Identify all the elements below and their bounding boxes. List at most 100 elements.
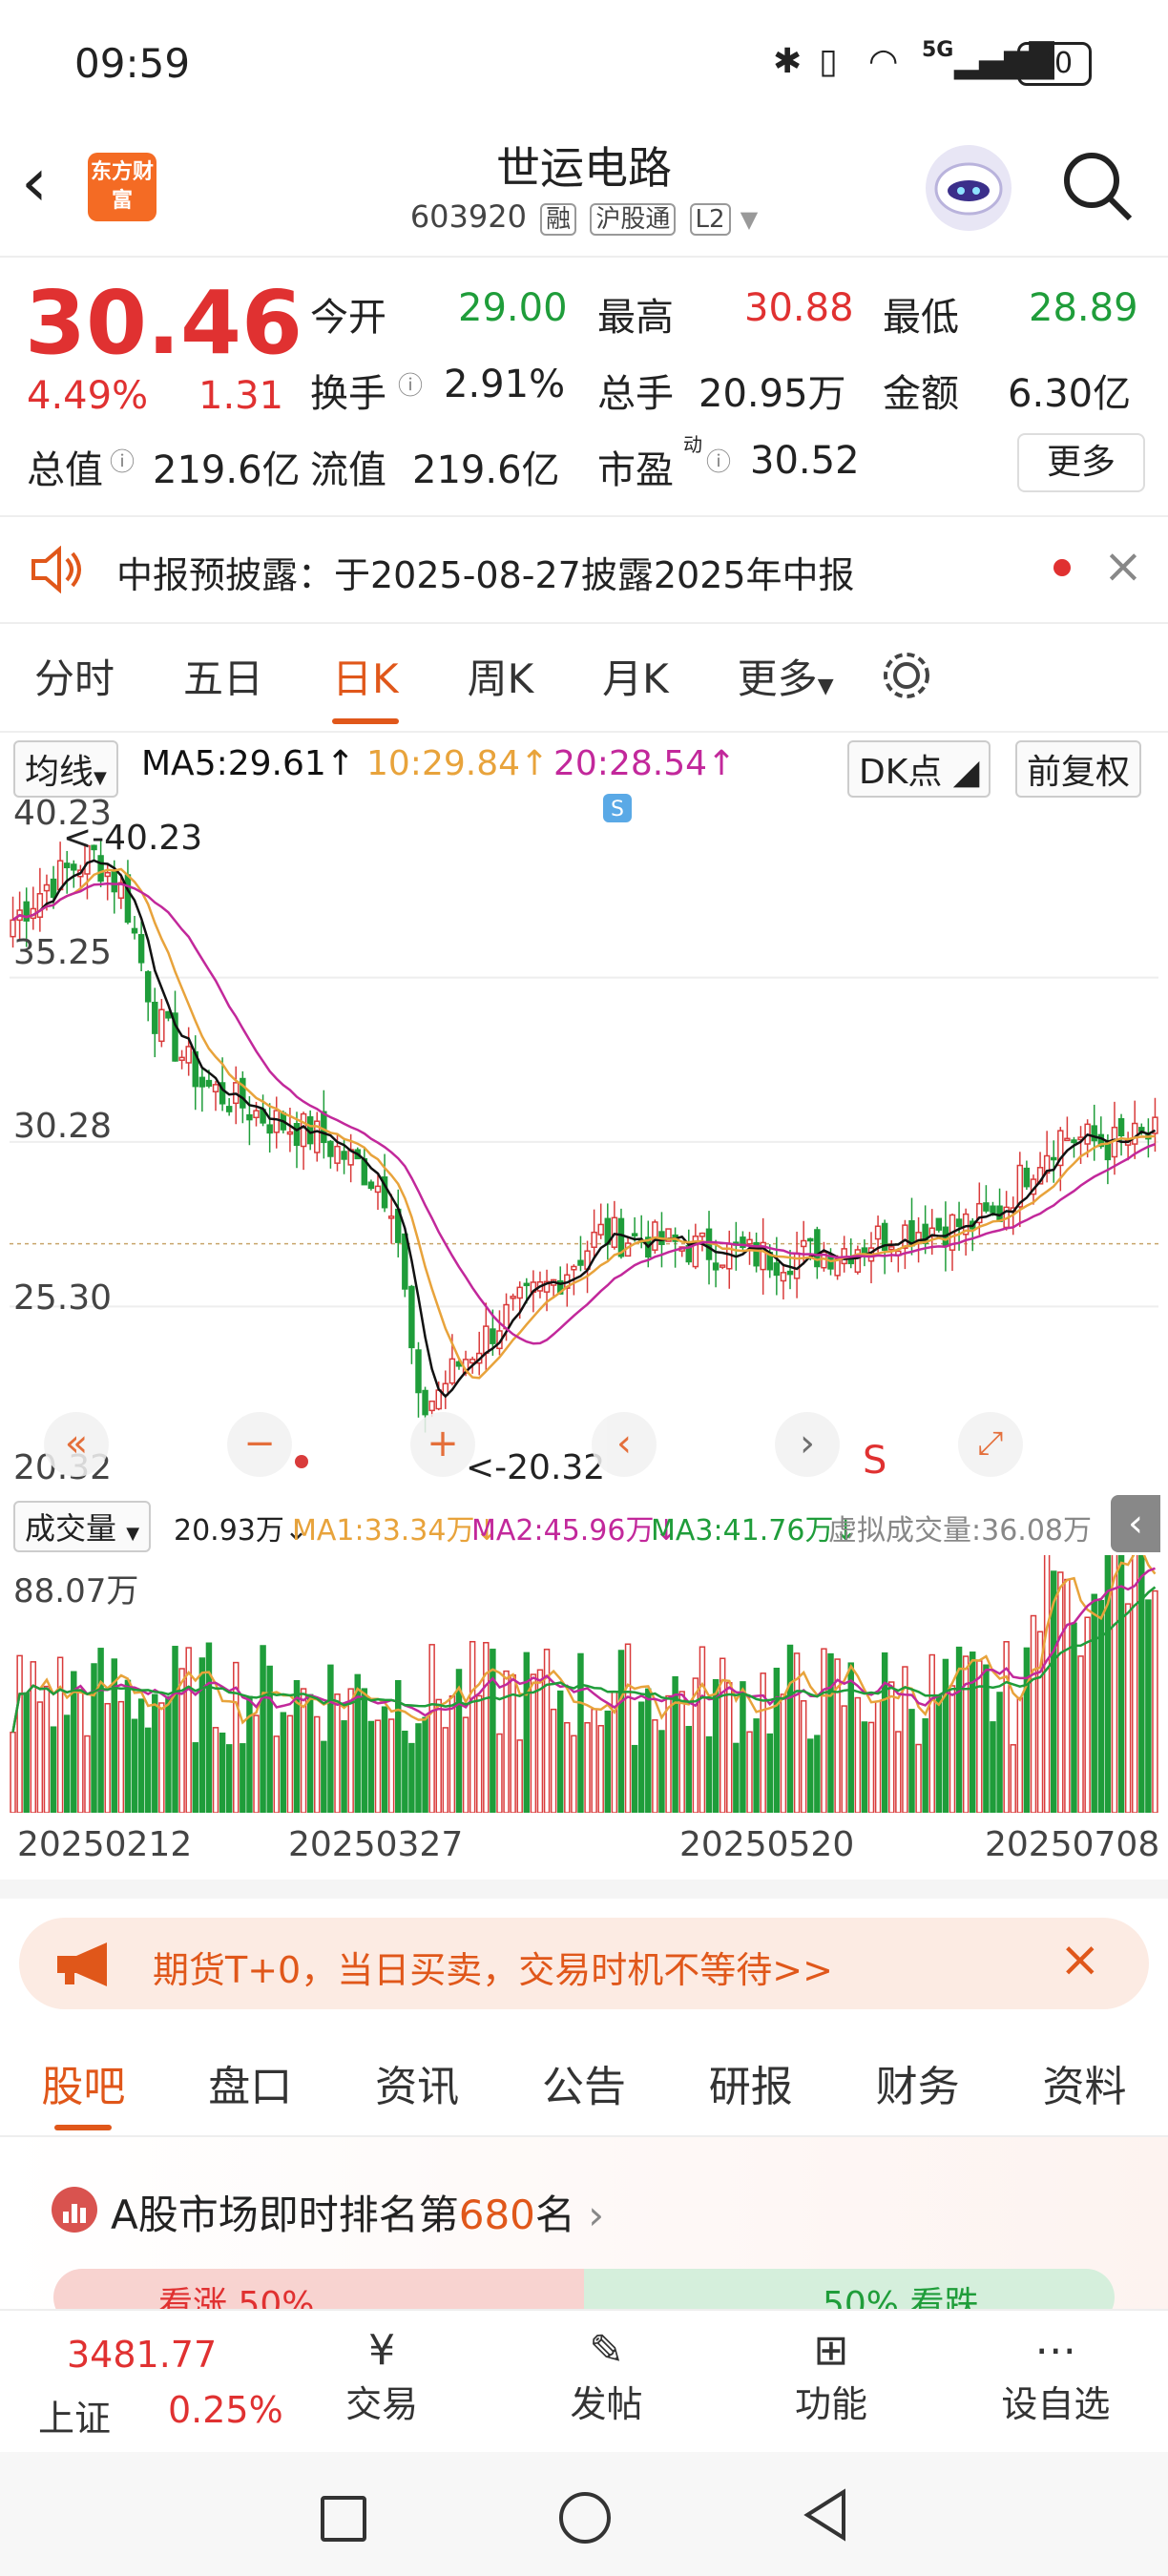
candle-body	[266, 1124, 273, 1134]
date-label: 20250327	[288, 1825, 464, 1864]
candle-body	[435, 1389, 442, 1410]
tab-more[interactable]: 更多▼	[703, 647, 868, 705]
volume-bar	[1023, 1647, 1031, 1814]
rank-card[interactable]: A股市场即时排名第680名 › 看涨 50% 50% 看跌	[0, 2137, 1168, 2326]
add-watchlist-button[interactable]: ⋯ 设自选	[944, 2311, 1168, 2454]
back-nav-icon[interactable]	[802, 2488, 849, 2542]
volume-bar	[117, 1700, 125, 1814]
volume-bar	[131, 1718, 138, 1814]
amount-label: 金额	[883, 372, 959, 416]
scroll-left-fast-icon[interactable]: «	[44, 1412, 109, 1477]
tab-orderbook[interactable]: 盘口	[208, 2052, 292, 2113]
post-button[interactable]: ✎ 发帖	[494, 2311, 719, 2454]
fullscreen-icon[interactable]: ⤢	[958, 1412, 1023, 1477]
dropdown-icon[interactable]: ▼	[740, 206, 758, 233]
search-icon[interactable]	[1059, 148, 1136, 228]
volume-bar	[908, 1709, 915, 1814]
candle-body	[293, 1123, 301, 1147]
tab-weekly-k[interactable]: 周K	[433, 647, 569, 705]
close-icon[interactable]: ×	[1059, 1931, 1101, 1988]
min-annotation: <-20.32	[466, 1448, 606, 1487]
adjust-button[interactable]: 前复权	[1015, 740, 1142, 798]
info-icon[interactable]: ⓘ	[398, 366, 423, 402]
volume-bar	[1091, 1593, 1097, 1814]
tab-profile[interactable]: 资料	[1042, 2052, 1126, 2113]
zoom-out-icon[interactable]: −	[227, 1412, 292, 1477]
volume-bar	[733, 1742, 740, 1814]
volume-bar	[786, 1644, 794, 1814]
tab-finance[interactable]: 财务	[876, 2052, 960, 2113]
volume-bar	[773, 1667, 781, 1814]
volume-bar	[233, 1661, 240, 1814]
volume-bar	[137, 1698, 145, 1814]
volume-bar	[888, 1681, 895, 1814]
collapse-panel-icon[interactable]: ‹	[1111, 1495, 1160, 1552]
dk-point-button[interactable]: DK点 ◢	[847, 740, 991, 798]
tab-guba[interactable]: 股吧	[41, 2052, 125, 2130]
volume-chart[interactable]	[10, 1520, 1158, 1814]
tab-monthly-k[interactable]: 月K	[568, 647, 703, 705]
volume-bar	[854, 1696, 862, 1814]
recent-apps-icon[interactable]	[321, 2496, 366, 2542]
trade-button[interactable]: ¥ 交易	[269, 2311, 493, 2454]
close-icon[interactable]: ×	[1103, 538, 1143, 593]
candle-body	[300, 1112, 307, 1148]
volume-bar	[705, 1735, 713, 1814]
volume-bar	[240, 1743, 246, 1814]
volume-bar	[490, 1649, 496, 1814]
more-button[interactable]: 更多	[1017, 433, 1145, 492]
candle-body	[469, 1359, 476, 1364]
robot-assistant-icon[interactable]	[926, 145, 1012, 231]
tab-five-day[interactable]: 五日	[149, 647, 298, 705]
volume-bar	[543, 1649, 551, 1814]
volume-bar	[306, 1693, 314, 1814]
tab-research[interactable]: 研报	[709, 2052, 793, 2113]
ma-selector-label: 均线	[25, 753, 94, 792]
volume-bar	[341, 1720, 347, 1814]
volume-bar	[10, 1731, 16, 1814]
volume-bar	[935, 1694, 943, 1814]
scroll-left-icon[interactable]: ‹	[592, 1412, 657, 1477]
volume-selector[interactable]: 成交量 ▼	[13, 1501, 152, 1552]
promo-banner[interactable]: 期货T+0，当日买卖，交易时机不等待>> ×	[19, 1918, 1149, 2009]
index-ticker[interactable]: 3481.77 上证 0.25%	[0, 2311, 283, 2454]
volume-bar	[408, 1742, 415, 1814]
zoom-in-icon[interactable]: +	[410, 1412, 475, 1477]
tab-daily-k[interactable]: 日K	[298, 647, 433, 724]
volume-bar	[637, 1701, 645, 1814]
volume-bar	[800, 1700, 807, 1814]
scroll-right-icon[interactable]: ›	[775, 1412, 840, 1477]
kline-chart[interactable]: BBBBBS	[10, 592, 1158, 1490]
ma-selector[interactable]: 均线▼	[13, 740, 118, 798]
volume-ma2: MA2:45.96万↓	[471, 1514, 678, 1548]
info-icon[interactable]: ⓘ	[706, 443, 731, 478]
volume-bar	[469, 1640, 476, 1814]
volume-bar	[726, 1682, 733, 1814]
functions-button[interactable]: ⊞ 功能	[719, 2311, 943, 2454]
notice-bar[interactable]: 中报预披露：于2025-08-27披露2025年中报 ×	[0, 515, 1168, 624]
volume-bar	[645, 1688, 652, 1814]
settings-gear-icon[interactable]	[878, 647, 935, 704]
home-icon[interactable]	[559, 2492, 611, 2544]
volume-bar	[922, 1718, 928, 1814]
candle-body	[43, 883, 51, 892]
tab-news[interactable]: 资讯	[375, 2052, 459, 2113]
bluetooth-icon: ✱	[773, 42, 803, 81]
min-point-dot	[295, 1455, 308, 1468]
tab-announcements[interactable]: 公告	[542, 2052, 626, 2113]
y-tick-3: 30.28	[13, 1107, 113, 1146]
candle-body	[273, 1110, 280, 1133]
info-icon[interactable]: ⓘ	[110, 443, 135, 478]
candle-body	[746, 1238, 753, 1245]
volume-bar	[665, 1694, 672, 1814]
content-tabs: 股吧 盘口 资讯 公告 研报 财务 资料	[0, 2030, 1168, 2137]
volume-bar	[503, 1670, 510, 1814]
change-value: 1.31	[198, 374, 284, 418]
volume-bar	[104, 1702, 111, 1814]
dropdown-icon: ▼	[126, 1524, 140, 1544]
candle-body	[205, 1079, 213, 1087]
volume-bar	[881, 1652, 888, 1814]
volume-bar	[949, 1685, 956, 1814]
tab-intraday[interactable]: 分时	[0, 647, 149, 705]
tag-l2: L2	[689, 203, 731, 236]
